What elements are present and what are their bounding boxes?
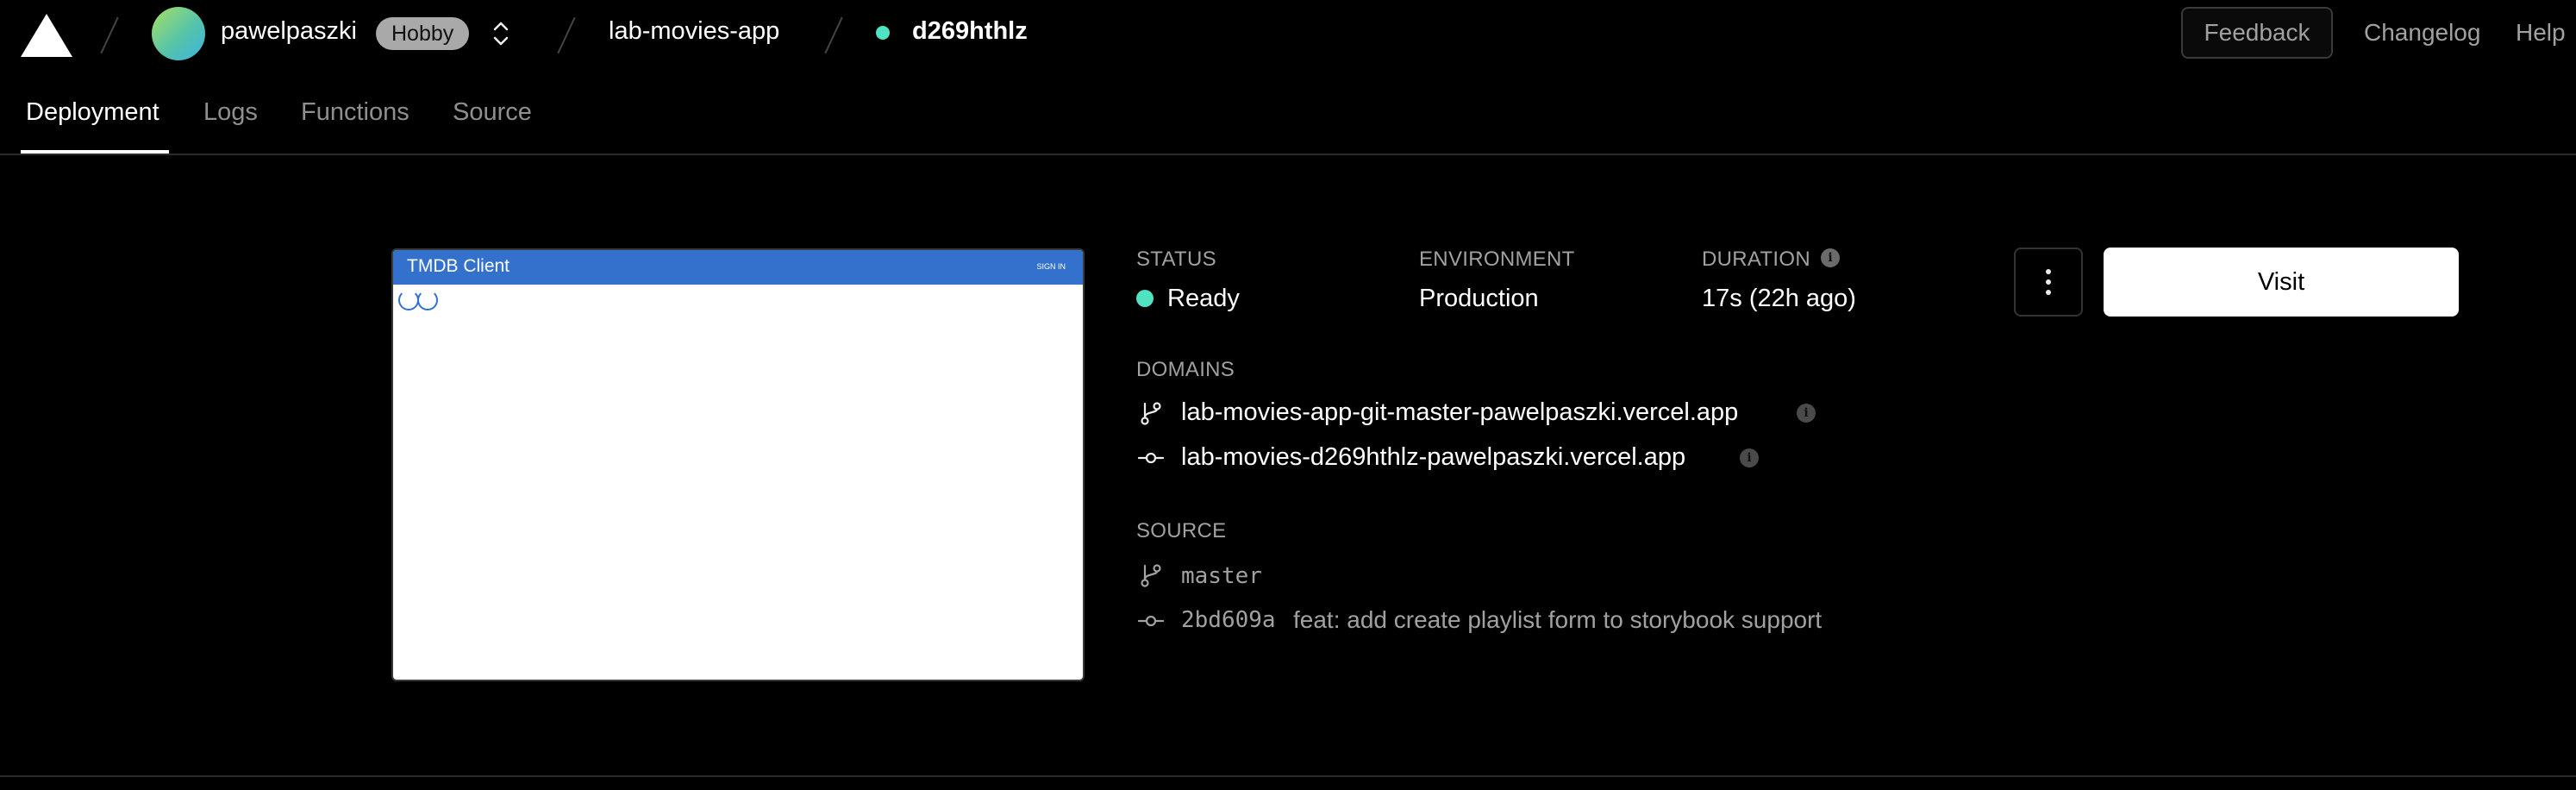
more-options-button[interactable] — [2014, 248, 2083, 317]
git-branch-icon — [1141, 402, 1161, 425]
info-icon[interactable]: i — [1821, 248, 1840, 267]
team-name[interactable]: pawelpaszki — [221, 17, 357, 46]
vercel-logo[interactable] — [21, 14, 72, 57]
info-icon[interactable]: i — [1740, 448, 1759, 467]
git-commit-icon — [1138, 615, 1164, 627]
preview-app-title: TMDB Client — [407, 256, 510, 276]
source-branch[interactable]: master — [1181, 563, 1262, 589]
deployment-preview[interactable]: TMDB Client SIGN IN — [391, 248, 1085, 681]
tab-source[interactable]: Source — [453, 98, 532, 127]
changelog-link[interactable]: Changelog — [2364, 19, 2480, 47]
project-name[interactable]: lab-movies-app — [609, 17, 779, 46]
status-label: STATUS — [1136, 248, 1216, 271]
tab-deployment[interactable]: Deployment — [26, 98, 159, 127]
section-divider — [0, 775, 2576, 777]
tab-functions[interactable]: Functions — [301, 98, 410, 127]
preview-sign-in: SIGN IN — [1036, 262, 1066, 271]
plan-badge: Hobby — [376, 17, 470, 50]
chevron-up-down-icon[interactable] — [491, 19, 510, 48]
tab-divider — [0, 154, 2576, 155]
duration-label: DURATION — [1702, 248, 1810, 271]
loading-spinner-icon — [398, 290, 419, 310]
deployment-id[interactable]: d269hthlz — [912, 17, 1028, 46]
domains-label: DOMAINS — [1136, 358, 1235, 381]
status-value: Ready — [1167, 285, 1240, 312]
domain-link-deployment[interactable]: lab-movies-d269hthlz-pawelpaszki.vercel.… — [1181, 443, 1685, 472]
preview-app-bar: TMDB Client SIGN IN — [393, 250, 1083, 285]
environment-label: ENVIRONMENT — [1419, 248, 1575, 271]
deployment-status-dot — [876, 26, 890, 40]
feedback-button[interactable]: Feedback — [2181, 7, 2333, 59]
loading-spinner-icon — [417, 290, 438, 310]
commit-message[interactable]: feat: add create playlist form to storyb… — [1293, 606, 1822, 634]
duration-value: 17s (22h ago) — [1702, 285, 1856, 312]
source-label: SOURCE — [1136, 519, 1227, 542]
environment-value: Production — [1419, 285, 1539, 312]
git-branch-icon — [1141, 564, 1161, 587]
more-vertical-icon — [2046, 269, 2051, 295]
domain-link-branch[interactable]: lab-movies-app-git-master-pawelpaszki.ve… — [1181, 398, 1738, 427]
breadcrumb-separator — [100, 16, 119, 54]
commit-sha[interactable]: 2bd609a — [1181, 607, 1276, 633]
breadcrumb-separator — [557, 16, 576, 54]
info-icon[interactable]: i — [1797, 404, 1816, 423]
git-commit-icon — [1138, 452, 1164, 464]
help-link[interactable]: Help — [2516, 19, 2566, 47]
tab-logs[interactable]: Logs — [203, 98, 258, 127]
visit-button[interactable]: Visit — [2104, 248, 2459, 317]
team-avatar[interactable] — [152, 7, 205, 60]
status-ready-dot — [1136, 290, 1154, 307]
breadcrumb-separator — [824, 16, 843, 54]
